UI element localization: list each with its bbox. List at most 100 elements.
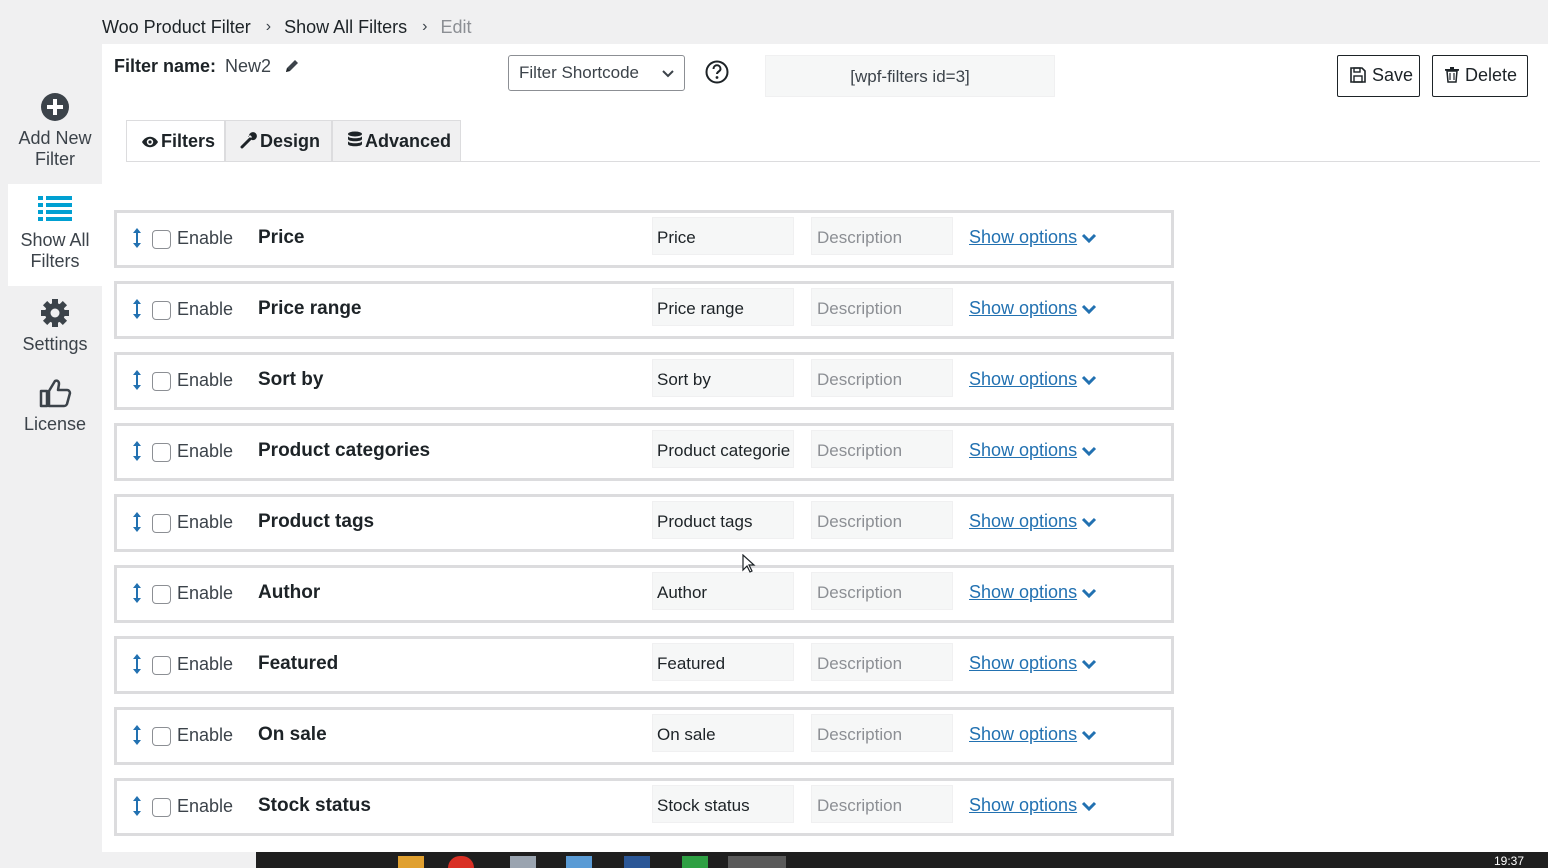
enable-checkbox[interactable]: [152, 372, 171, 391]
filter-description-input[interactable]: Description: [811, 430, 953, 468]
enable-label: Enable: [177, 654, 234, 674]
enable-checkbox[interactable]: [152, 656, 171, 675]
sidebar-item-label: Filters: [30, 251, 80, 271]
help-question-icon[interactable]: [705, 60, 729, 89]
save-button-label: Save: [1372, 65, 1414, 85]
filter-row: Enable Product categories Product categori…: [114, 423, 1174, 481]
filter-row: Enable Stock status Stock status Descriptio…: [114, 778, 1174, 836]
enable-checkbox[interactable]: [152, 514, 171, 533]
chevron-right-icon: ›: [265, 18, 272, 36]
filter-description-input[interactable]: Description: [811, 217, 953, 255]
filter-type-name: Author: [258, 582, 321, 603]
taskbar-app-icon[interactable]: [510, 856, 536, 868]
filter-description-input[interactable]: Description: [811, 785, 953, 823]
filter-description-input[interactable]: Description: [811, 643, 953, 681]
drag-handle-arrows-icon[interactable]: [132, 298, 142, 325]
filter-type-name: Price range: [258, 298, 362, 319]
chevron-down-icon: [1082, 659, 1097, 670]
enable-checkbox[interactable]: [152, 798, 171, 817]
show-options-link[interactable]: Show options: [969, 795, 1097, 816]
shortcode-field[interactable]: [wpf-filters id=3]: [765, 55, 1055, 97]
filter-type-name: Sort by: [258, 369, 324, 390]
filter-title-input[interactable]: Price: [652, 217, 794, 255]
filter-type-name: Stock status: [258, 795, 371, 816]
drag-handle-arrows-icon[interactable]: [132, 724, 142, 751]
pencil-icon[interactable]: [284, 58, 300, 79]
show-options-link[interactable]: Show options: [969, 440, 1097, 461]
chevron-down-icon: [661, 66, 675, 86]
breadcrumb-current: Edit: [440, 16, 472, 37]
filter-title-input[interactable]: On sale: [652, 714, 794, 752]
filter-description-input[interactable]: Description: [811, 714, 953, 752]
drag-handle-arrows-icon[interactable]: [132, 369, 142, 396]
drag-handle-arrows-icon[interactable]: [132, 582, 142, 609]
enable-checkbox[interactable]: [152, 727, 171, 746]
taskbar-app-icon[interactable]: [398, 856, 424, 868]
show-options-link[interactable]: Show options: [969, 511, 1097, 532]
breadcrumb-link-woo-product-filter[interactable]: Woo Product Filter: [102, 17, 251, 38]
drag-handle-arrows-icon[interactable]: [132, 227, 142, 254]
filter-title-input[interactable]: Stock status: [652, 785, 794, 823]
taskbar-app-icon[interactable]: [566, 856, 592, 868]
taskbar-app-icon[interactable]: [728, 856, 786, 868]
taskbar-app-icon[interactable]: [624, 856, 650, 868]
show-options-label: Show options: [969, 369, 1078, 389]
filter-title-input[interactable]: Featured: [652, 643, 794, 681]
floppy-icon: [1350, 67, 1366, 83]
sidebar-item-label: Add New: [18, 128, 92, 148]
filter-description-input[interactable]: Description: [811, 359, 953, 397]
show-options-label: Show options: [969, 795, 1078, 815]
sidebar-item-label: License: [23, 414, 87, 434]
filter-description-input[interactable]: Description: [811, 288, 953, 326]
filter-description-input[interactable]: Description: [811, 501, 953, 539]
delete-button-label: Delete: [1465, 65, 1518, 85]
enable-checkbox[interactable]: [152, 443, 171, 462]
sidebar: Add New Filter Show All Filters Settings…: [0, 0, 102, 852]
filter-description-input[interactable]: Description: [811, 572, 953, 610]
filter-title-input[interactable]: Sort by: [652, 359, 794, 397]
breadcrumb-link-show-all-filters[interactable]: Show All Filters: [284, 17, 407, 38]
tab-filters[interactable]: Filters: [126, 120, 225, 162]
taskbar-app-icon[interactable]: [682, 856, 708, 868]
drag-handle-arrows-icon[interactable]: [132, 795, 142, 822]
filter-type-name: Price: [258, 227, 305, 248]
sidebar-item-show-all-filters[interactable]: Show All Filters: [8, 184, 102, 286]
enable-checkbox[interactable]: [152, 585, 171, 604]
show-options-link[interactable]: Show options: [969, 653, 1097, 674]
show-options-link[interactable]: Show options: [969, 298, 1097, 319]
sidebar-item-license[interactable]: License: [8, 378, 102, 440]
save-button[interactable]: Save: [1337, 55, 1420, 97]
sidebar-item-add-new-filter[interactable]: Add New Filter: [8, 92, 102, 176]
filter-title-input[interactable]: Price range: [652, 288, 794, 326]
show-options-link[interactable]: Show options: [969, 369, 1097, 390]
chevron-down-icon: [1082, 233, 1097, 244]
filter-title-input[interactable]: Product tags: [652, 501, 794, 539]
show-options-label: Show options: [969, 298, 1078, 318]
delete-button[interactable]: Delete: [1432, 55, 1528, 97]
taskbar-app-icon[interactable]: [448, 856, 474, 868]
filter-name-value: New2: [225, 56, 272, 76]
drag-handle-arrows-icon[interactable]: [132, 511, 142, 538]
enable-checkbox[interactable]: [152, 301, 171, 320]
filter-row: Enable Author Author Description Show option…: [114, 565, 1174, 623]
show-options-link[interactable]: Show options: [969, 227, 1097, 248]
drag-handle-arrows-icon[interactable]: [132, 440, 142, 467]
enable-label: Enable: [177, 228, 234, 248]
shortcode-type-select[interactable]: Filter Shortcode: [508, 55, 685, 91]
tab-design[interactable]: Design: [225, 120, 332, 162]
show-options-link[interactable]: Show options: [969, 724, 1097, 745]
filter-title-input[interactable]: Product categorie: [652, 430, 794, 468]
database-icon: [348, 131, 362, 147]
shortcode-type-value: Filter Shortcode: [519, 63, 639, 82]
show-options-label: Show options: [969, 653, 1078, 673]
show-options-label: Show options: [969, 227, 1078, 247]
filter-title-input[interactable]: Author: [652, 572, 794, 610]
drag-handle-arrows-icon[interactable]: [132, 653, 142, 680]
sidebar-item-settings[interactable]: Settings: [8, 298, 102, 360]
show-options-link[interactable]: Show options: [969, 582, 1097, 603]
chevron-down-icon: [1082, 446, 1097, 457]
chevron-down-icon: [1082, 517, 1097, 528]
tab-advanced[interactable]: Advanced: [332, 120, 461, 162]
sidebar-item-label: Show All: [20, 230, 90, 250]
enable-checkbox[interactable]: [152, 230, 171, 249]
